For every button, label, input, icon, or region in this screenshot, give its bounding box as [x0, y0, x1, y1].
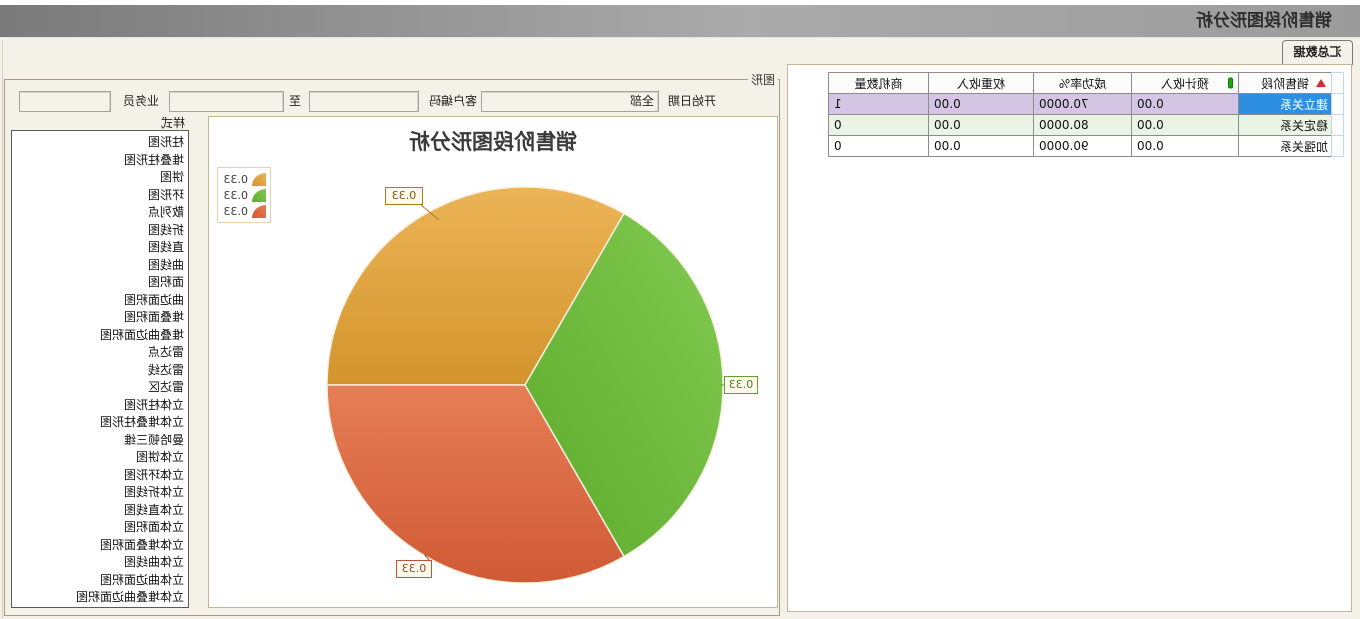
style-list-item[interactable]: 立体折线图: [12, 484, 188, 502]
pie-chart: [207, 117, 777, 609]
title-bar: 销售阶段图形分析: [0, 5, 1360, 38]
column-header-0[interactable]: 销售阶段: [1239, 73, 1332, 94]
style-list-item[interactable]: 立体堆叠柱形图: [12, 414, 188, 432]
chart-groupbox: 图形 开始日期 全部 客户编码 至 业务员: [4, 79, 780, 616]
style-list-item[interactable]: 堆叠柱形图: [12, 152, 188, 170]
start-date-field[interactable]: 全部: [481, 91, 659, 112]
cell-value[interactable]: 1: [829, 94, 929, 115]
style-list-item[interactable]: 直线图: [12, 239, 188, 257]
style-list-item[interactable]: 折线图: [12, 222, 188, 240]
chart-style-list[interactable]: 柱形图堆叠柱形图饼图环形图散列点折线图直线图曲线图面积图曲边面积图堆叠面积图堆叠…: [11, 130, 189, 608]
tab-summary-data[interactable]: 汇总数据: [1282, 40, 1353, 65]
style-list-item[interactable]: 面积图: [12, 274, 188, 292]
legend-value: 0.33: [224, 205, 249, 218]
cell-value[interactable]: 0.00: [929, 94, 1034, 115]
style-list-item[interactable]: 雷达线: [12, 362, 188, 380]
legend-value: 0.33: [224, 189, 249, 202]
style-list-item[interactable]: 堆叠曲边面积图: [12, 327, 188, 345]
cell-stage[interactable]: 稳定关系: [1239, 115, 1332, 136]
row-indicator[interactable]: [1332, 115, 1344, 136]
column-header-label: 商机数量: [855, 77, 903, 91]
column-header-label: 成功率%: [1059, 77, 1106, 91]
column-header-label: 销售阶段: [1261, 77, 1309, 91]
filter-flag-icon: [1228, 78, 1233, 89]
data-label-orange: 0.33: [385, 187, 423, 205]
table-row[interactable]: 加强关系0.0090.00000.000: [829, 136, 1344, 157]
column-header-label: 权重收入: [957, 77, 1005, 91]
cell-value[interactable]: 0: [829, 136, 929, 157]
row-indicator[interactable]: [1332, 94, 1344, 115]
chart-title: 销售阶段图形分析: [209, 126, 777, 156]
data-label-red: 0.33: [396, 560, 432, 578]
style-list-item[interactable]: 曲线图: [12, 257, 188, 275]
style-list-item[interactable]: 柱形图: [12, 134, 188, 152]
window-edge: [2, 40, 3, 618]
style-list-item[interactable]: 立体曲线图: [12, 554, 188, 572]
row-indicator-header: [1332, 73, 1344, 94]
legend-item: 0.33: [222, 203, 266, 219]
legend-value: 0.33: [224, 173, 249, 186]
column-header-label: 预计收入: [1161, 77, 1209, 91]
sales-stage-grid: 销售阶段预计收入成功率%权重收入商机数量 建立关系0.0070.00000.00…: [828, 72, 1344, 157]
start-date-label: 开始日期: [668, 91, 716, 112]
legend-swatch-icon: [252, 205, 266, 218]
style-list-item[interactable]: 饼图: [12, 169, 188, 187]
style-list-item[interactable]: 立体曲边面积图: [12, 572, 188, 590]
customer-to-input[interactable]: [169, 91, 284, 112]
cell-stage[interactable]: 加强关系: [1239, 136, 1332, 157]
column-header-4[interactable]: 商机数量: [829, 73, 929, 94]
sort-asc-icon: [1316, 79, 1326, 87]
legend-swatch-icon: [252, 173, 266, 186]
chart-panel: 销售阶段图形分析 0.33 0.33 0.33 0.33 0.33 0.33: [208, 116, 778, 608]
column-header-2[interactable]: 成功率%: [1034, 73, 1132, 94]
legend-swatch-icon: [252, 189, 266, 202]
column-header-3[interactable]: 权重收入: [929, 73, 1034, 94]
grid-header-row: 销售阶段 预计收入 成功率% 权重收入 商机数量: [829, 73, 1344, 94]
table-row[interactable]: 稳定关系0.0080.00000.000: [829, 115, 1344, 136]
cell-value[interactable]: 0.00: [1132, 136, 1239, 157]
legend-item: 0.33: [222, 171, 266, 187]
salesman-label: 业务员: [123, 91, 159, 112]
page-title: 销售阶段图形分析: [1196, 5, 1332, 38]
customer-code-label: 客户编码: [429, 91, 477, 112]
customer-from-input[interactable]: [309, 91, 419, 112]
style-list-item[interactable]: 雷达点: [12, 344, 188, 362]
data-label-green: 0.33: [724, 376, 758, 394]
cell-value[interactable]: 80.0000: [1034, 115, 1132, 136]
groupbox-legend: 图形: [748, 71, 778, 88]
summary-table-panel: 销售阶段预计收入成功率%权重收入商机数量 建立关系0.0070.00000.00…: [787, 64, 1352, 612]
cell-value[interactable]: 0.00: [1132, 94, 1239, 115]
style-list-item[interactable]: 立体环形图: [12, 467, 188, 485]
chart-legend: 0.33 0.33 0.33: [217, 167, 271, 223]
style-list-item[interactable]: 立体直线图: [12, 502, 188, 520]
style-list-item[interactable]: 曼哈顿三维: [12, 432, 188, 450]
legend-item: 0.33: [222, 187, 266, 203]
style-list-item[interactable]: 立体堆叠面积图: [12, 537, 188, 555]
cell-stage[interactable]: 建立关系: [1239, 94, 1332, 115]
style-list-item[interactable]: 散列点: [12, 204, 188, 222]
style-list-item[interactable]: 立体面积图: [12, 519, 188, 537]
mirrored-viewport: 销售阶段图形分析 汇总数据 销售阶段预计收入成功率%权重收入商机数量 建立关系0…: [0, 0, 1360, 619]
to-label: 至: [289, 91, 301, 112]
column-header-1[interactable]: 预计收入: [1132, 73, 1239, 94]
style-list-item[interactable]: 立体饼图: [12, 449, 188, 467]
cell-value[interactable]: 90.0000: [1034, 136, 1132, 157]
table-row[interactable]: 建立关系0.0070.00000.001: [829, 94, 1344, 115]
cell-value[interactable]: 0: [829, 115, 929, 136]
salesman-input[interactable]: [19, 91, 111, 112]
style-label: 样式: [161, 114, 185, 131]
row-indicator[interactable]: [1332, 136, 1344, 157]
style-list-item[interactable]: 堆叠面积图: [12, 309, 188, 327]
style-list-item[interactable]: 雷达区: [12, 379, 188, 397]
cell-value[interactable]: 0.00: [929, 115, 1034, 136]
style-list-item[interactable]: 环形图: [12, 187, 188, 205]
style-list-item[interactable]: 曲边面积图: [12, 292, 188, 310]
cell-value[interactable]: 0.00: [1132, 115, 1239, 136]
style-list-item[interactable]: 立体柱形图: [12, 397, 188, 415]
cell-value[interactable]: 70.0000: [1034, 94, 1132, 115]
cell-value[interactable]: 0.00: [929, 136, 1034, 157]
style-list-item[interactable]: 立体堆叠曲边面积图: [12, 589, 188, 607]
